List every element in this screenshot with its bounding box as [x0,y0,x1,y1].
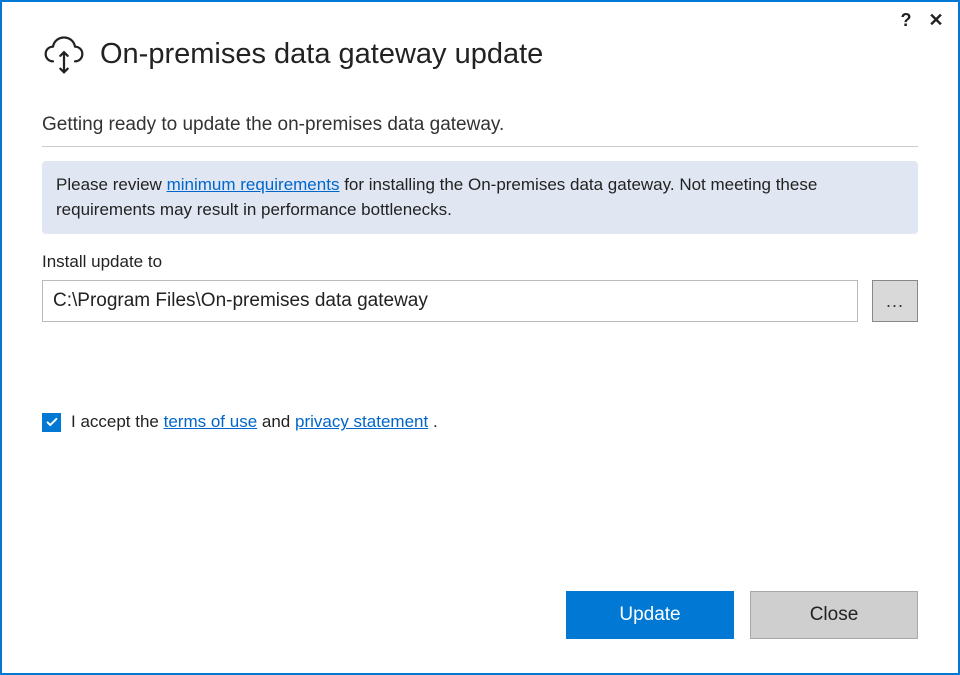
close-icon: ✕ [928,10,943,31]
close-button[interactable]: Close [750,591,918,639]
content-area: On-premises data gateway update Getting … [2,2,958,673]
titlebar-controls: ? ✕ [896,10,946,30]
requirements-notice: Please review minimum requirements for i… [42,161,918,234]
accept-mid: and [257,412,295,431]
minimum-requirements-link[interactable]: minimum requirements [167,175,340,194]
privacy-statement-link[interactable]: privacy statement [295,412,428,431]
notice-prefix: Please review [56,175,167,194]
help-button[interactable]: ? [896,10,916,30]
accept-suffix: . [428,412,437,431]
header: On-premises data gateway update [42,32,918,76]
browse-button[interactable]: ... [872,280,918,322]
terms-of-use-link[interactable]: terms of use [164,412,258,431]
install-path-input[interactable] [42,280,858,322]
page-title: On-premises data gateway update [100,38,543,71]
accept-text: I accept the terms of use and privacy st… [71,412,438,432]
checkmark-icon [45,415,59,429]
install-path-row: ... [42,280,918,322]
install-path-label: Install update to [42,252,918,272]
installer-window: ? ✕ On-premises data gateway update Gett… [0,0,960,675]
close-window-button[interactable]: ✕ [926,10,946,30]
cloud-sync-icon [42,32,86,76]
help-icon: ? [901,10,912,31]
accept-checkbox[interactable] [42,413,61,432]
footer-buttons: Update Close [42,591,918,643]
update-button[interactable]: Update [566,591,734,639]
accept-prefix: I accept the [71,412,164,431]
subtitle-text: Getting ready to update the on-premises … [42,114,918,147]
ellipsis-icon: ... [886,291,904,312]
accept-terms-row: I accept the terms of use and privacy st… [42,412,918,432]
